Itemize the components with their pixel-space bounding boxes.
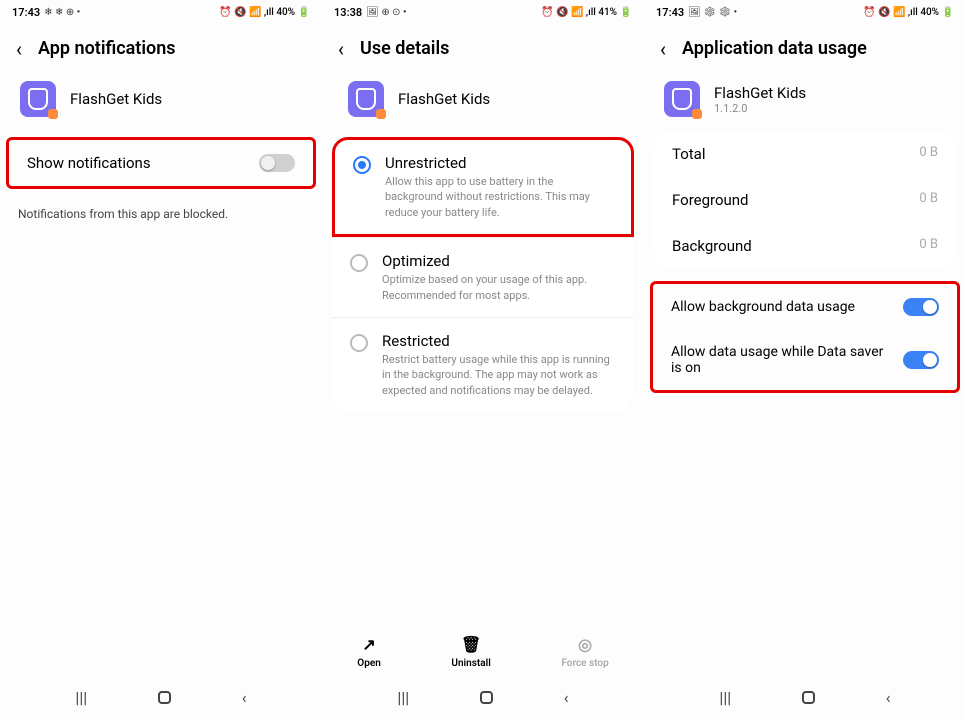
nav-back[interactable]: ‹	[886, 688, 891, 707]
open-button[interactable]: ↗ Open	[357, 635, 381, 669]
nav-home[interactable]	[802, 691, 815, 704]
show-notifications-toggle[interactable]	[259, 154, 295, 172]
nav-back[interactable]: ‹	[564, 688, 569, 707]
page-title: App notifications	[38, 38, 176, 59]
data-saver-toggle[interactable]	[903, 351, 939, 369]
show-notifications-row[interactable]: Show notifications	[9, 140, 313, 186]
option-restricted[interactable]: Restricted Restrict battery usage while …	[332, 317, 634, 412]
nav-recents[interactable]: |||	[75, 688, 87, 707]
open-label: Open	[357, 658, 381, 669]
status-right: ⏰ 🔇 📶 ,ıll 41% 🔋	[541, 7, 632, 18]
blocked-note: Notifications from this app are blocked.	[0, 197, 322, 231]
page-header: ‹ App notifications	[0, 24, 322, 69]
page-header: ‹ Use details	[322, 24, 644, 69]
stop-icon: ◎	[578, 635, 592, 654]
status-bar: 17:43 🖼 ❄ ❄ • ⏰ 🔇 📶 ,ıll 40% 🔋	[644, 0, 966, 24]
status-right: ⏰ 🔇 📶 ,ıll 40% 🔋	[219, 7, 310, 18]
nav-bar: ||| ‹	[0, 682, 322, 713]
option-desc: Optimize based on your usage of this app…	[382, 272, 616, 303]
open-icon: ↗	[362, 635, 375, 654]
option-desc: Allow this app to use battery in the bac…	[385, 174, 613, 220]
nav-recents[interactable]: |||	[397, 688, 409, 707]
radio-unrestricted[interactable]	[353, 156, 371, 174]
toggle-label: Allow data usage while Data saver is on	[671, 344, 903, 376]
uninstall-button[interactable]: 🗑 Uninstall	[451, 635, 490, 669]
option-unrestricted[interactable]: Unrestricted Allow this app to use batte…	[335, 140, 631, 234]
option-desc: Restrict battery usage while this app is…	[382, 352, 616, 398]
status-time: 17:43	[12, 6, 40, 19]
status-right: ⏰ 🔇 📶 ,ıll 40% 🔋	[863, 7, 954, 18]
app-icon	[664, 81, 700, 117]
page-title: Use details	[360, 38, 449, 59]
nav-home[interactable]	[480, 691, 493, 704]
usage-card: Total 0 B Foreground 0 B Background 0 B	[654, 131, 956, 269]
page-title: Application data usage	[682, 38, 867, 59]
status-time: 17:43	[656, 6, 684, 19]
status-time: 13:38	[334, 6, 362, 19]
force-stop-button[interactable]: ◎ Force stop	[561, 635, 608, 669]
app-icon	[20, 81, 56, 117]
trash-icon: 🗑	[461, 635, 481, 654]
status-bar: 13:38 🖼 ⊕ ⊙ • ⏰ 🔇 📶 ,ıll 41% 🔋	[322, 0, 644, 24]
app-name: FlashGet Kids	[714, 84, 806, 102]
highlight-box: Show notifications	[6, 137, 316, 189]
option-title: Restricted	[382, 332, 616, 350]
app-row[interactable]: FlashGet Kids 1.1.2.0	[644, 69, 966, 129]
radio-restricted[interactable]	[350, 334, 368, 352]
app-name: FlashGet Kids	[70, 90, 162, 108]
usage-value: 0 B	[919, 237, 938, 255]
page-header: ‹ Application data usage	[644, 24, 966, 69]
highlight-box: Allow background data usage Allow data u…	[650, 281, 960, 393]
screen-app-notifications: 17:43 ❄ ❄ ⊕ • ⏰ 🔇 📶 ,ıll 40% 🔋 ‹ App not…	[0, 0, 322, 721]
usage-total-row: Total 0 B	[654, 131, 956, 177]
bg-data-toggle[interactable]	[903, 298, 939, 316]
nav-recents[interactable]: |||	[719, 688, 731, 707]
usage-background-row: Background 0 B	[654, 223, 956, 269]
usage-label: Total	[672, 145, 706, 163]
app-row[interactable]: FlashGet Kids	[0, 69, 322, 129]
usage-foreground-row: Foreground 0 B	[654, 177, 956, 223]
back-button[interactable]: ‹	[660, 39, 666, 59]
back-button[interactable]: ‹	[16, 39, 22, 59]
nav-back[interactable]: ‹	[242, 688, 247, 707]
bottom-actions: ↗ Open 🗑 Uninstall ◎ Force stop	[322, 627, 644, 677]
usage-label: Background	[672, 237, 752, 255]
radio-optimized[interactable]	[350, 254, 368, 272]
nav-bar: ||| ‹	[322, 682, 644, 713]
status-left-icons: 🖼 ⊕ ⊙ •	[366, 7, 406, 18]
status-left-icons: 🖼 ❄ ❄ •	[688, 7, 737, 18]
app-name: FlashGet Kids	[398, 90, 490, 108]
force-stop-label: Force stop	[561, 658, 608, 669]
toggle-label: Allow background data usage	[671, 299, 903, 315]
app-version: 1.1.2.0	[714, 102, 806, 115]
screen-use-details: 13:38 🖼 ⊕ ⊙ • ⏰ 🔇 📶 ,ıll 41% 🔋 ‹ Use det…	[322, 0, 644, 721]
screen-data-usage: 17:43 🖼 ❄ ❄ • ⏰ 🔇 📶 ,ıll 40% 🔋 ‹ Applica…	[644, 0, 966, 721]
nav-bar: ||| ‹	[644, 682, 966, 713]
app-icon	[348, 81, 384, 117]
status-bar: 17:43 ❄ ❄ ⊕ • ⏰ 🔇 📶 ,ıll 40% 🔋	[0, 0, 322, 24]
show-notifications-label: Show notifications	[27, 154, 151, 172]
highlight-box: Unrestricted Allow this app to use batte…	[332, 137, 634, 237]
back-button[interactable]: ‹	[338, 39, 344, 59]
status-left-icons: ❄ ❄ ⊕ •	[44, 7, 80, 18]
uninstall-label: Uninstall	[451, 658, 490, 669]
data-saver-toggle-row[interactable]: Allow data usage while Data saver is on	[653, 330, 957, 390]
option-title: Optimized	[382, 252, 616, 270]
usage-label: Foreground	[672, 191, 749, 209]
option-optimized[interactable]: Optimized Optimize based on your usage o…	[332, 237, 634, 317]
usage-value: 0 B	[919, 191, 938, 209]
option-title: Unrestricted	[385, 154, 613, 172]
battery-options-card: Unrestricted Allow this app to use batte…	[332, 137, 634, 412]
bg-data-toggle-row[interactable]: Allow background data usage	[653, 284, 957, 330]
nav-home[interactable]	[158, 691, 171, 704]
usage-value: 0 B	[919, 145, 938, 163]
app-row[interactable]: FlashGet Kids	[328, 69, 644, 129]
